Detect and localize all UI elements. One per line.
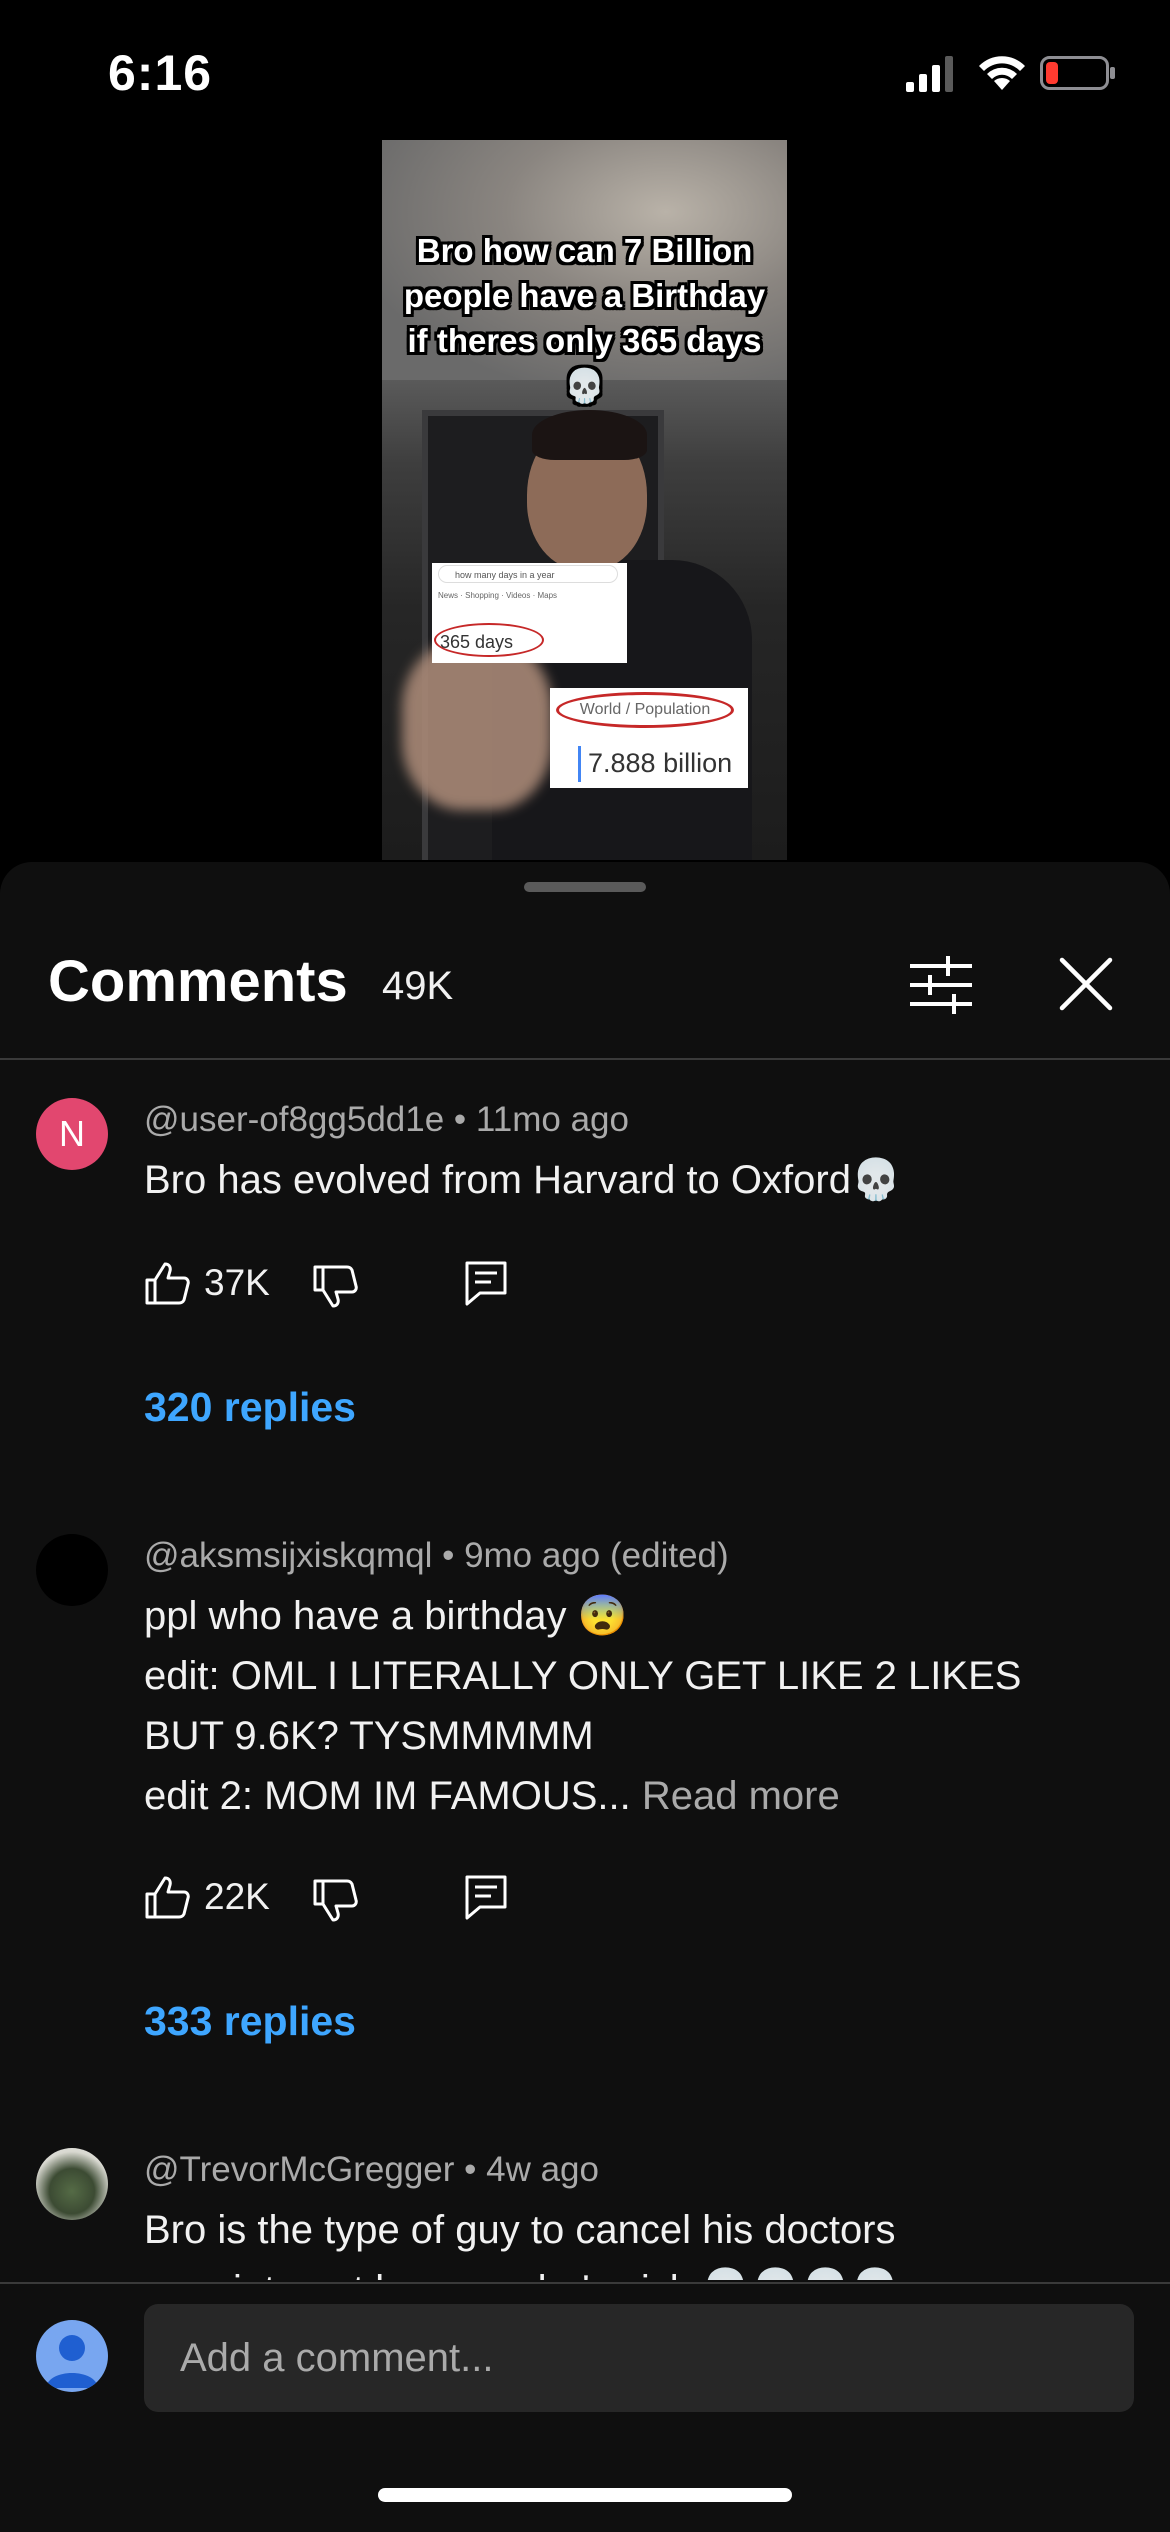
comment-line: edit: OML I LITERALLY ONLY GET LIKE 2 LI… [144, 1654, 1022, 1758]
reply-icon[interactable] [464, 1874, 508, 1920]
dislike-icon[interactable] [312, 1264, 358, 1310]
avatar[interactable] [36, 2148, 108, 2220]
population-value: 7.888 billion [588, 748, 733, 778]
like-count: 22K [204, 1876, 270, 1917]
cellular-signal-icon [906, 56, 953, 92]
read-more-link[interactable]: Read more [642, 1774, 840, 1818]
comment-actions: 37K [144, 1254, 544, 1314]
search-answer: 365 days [434, 623, 544, 657]
comment-line: ppl who have a birthday 😨 [144, 1594, 628, 1638]
comment-text: Bro has evolved from Harvard to Oxford💀 [144, 1158, 901, 1202]
meta-separator: • [453, 1100, 476, 1139]
comment-author[interactable]: @user-of8gg5dd1e [144, 1100, 444, 1139]
view-replies-link[interactable]: 320 replies [144, 1384, 356, 1431]
comment-meta: @aksmsijxiskqmql • 9mo ago (edited) [144, 1536, 729, 1576]
header-divider [0, 1058, 1170, 1060]
like-icon[interactable] [144, 1260, 190, 1306]
meta-separator: • [442, 1536, 465, 1575]
comment-time: 4w ago [486, 2150, 599, 2189]
search-result-card: how many days in a year News · Shopping … [432, 563, 627, 663]
avatar[interactable]: N [36, 1098, 108, 1170]
user-avatar-icon [46, 2335, 98, 2388]
population-label: World / Population [556, 692, 734, 728]
comment-meta: @TrevorMcGregger • 4w ago [144, 2150, 599, 2190]
home-indicator[interactable] [378, 2488, 792, 2502]
comment-time: 9mo ago (edited) [464, 1536, 729, 1575]
reply-icon[interactable] [464, 1260, 508, 1306]
video-hand [402, 640, 552, 810]
comment-author[interactable]: @aksmsijxiskqmql [144, 1536, 432, 1575]
video-person-hair [532, 410, 647, 460]
comment-text: ppl who have a birthday 😨 edit: OML I LI… [144, 1586, 1104, 1826]
drag-handle[interactable] [524, 882, 646, 892]
view-replies-link[interactable]: 333 replies [144, 1998, 356, 2045]
comment-line-last: edit 2: MOM IM FAMOUS... Read more [144, 1766, 1104, 1826]
comments-count: 49K [382, 964, 454, 1008]
population-bar [578, 746, 581, 782]
comment-time: 11mo ago [475, 1100, 629, 1139]
like-icon[interactable] [144, 1874, 190, 1920]
wifi-icon [979, 56, 1025, 90]
comments-title: Comments [48, 949, 348, 1014]
comment-actions: 22K [144, 1868, 544, 1928]
like-count: 37K [204, 1262, 270, 1303]
sort-filter-icon[interactable] [910, 956, 972, 1014]
status-bar: 6:16 [0, 0, 1170, 140]
comment-author[interactable]: @TrevorMcGregger [144, 2150, 454, 2189]
user-avatar[interactable] [36, 2320, 108, 2392]
close-icon[interactable] [1056, 954, 1116, 1014]
meta-separator: • [464, 2150, 487, 2189]
dislike-icon[interactable] [312, 1878, 358, 1924]
search-query: how many days in a year [438, 565, 618, 583]
add-comment-input[interactable] [144, 2304, 1134, 2412]
video-player[interactable]: Bro how can 7 Billion people have a Birt… [382, 140, 787, 860]
comment-meta: @user-of8gg5dd1e • 11mo ago [144, 1100, 629, 1140]
comment-text: Bro is the type of guy to cancel his doc… [144, 2208, 900, 2280]
comment-line: edit 2: MOM IM FAMOUS... [144, 1774, 631, 1818]
search-tabs: News · Shopping · Videos · Maps [438, 591, 558, 600]
video-caption: Bro how can 7 Billion people have a Birt… [403, 232, 766, 404]
avatar[interactable] [36, 1534, 108, 1606]
battery-low-icon [1040, 56, 1115, 90]
population-card: World / Population 7.888 billion [550, 688, 748, 788]
status-time: 6:16 [108, 45, 213, 101]
